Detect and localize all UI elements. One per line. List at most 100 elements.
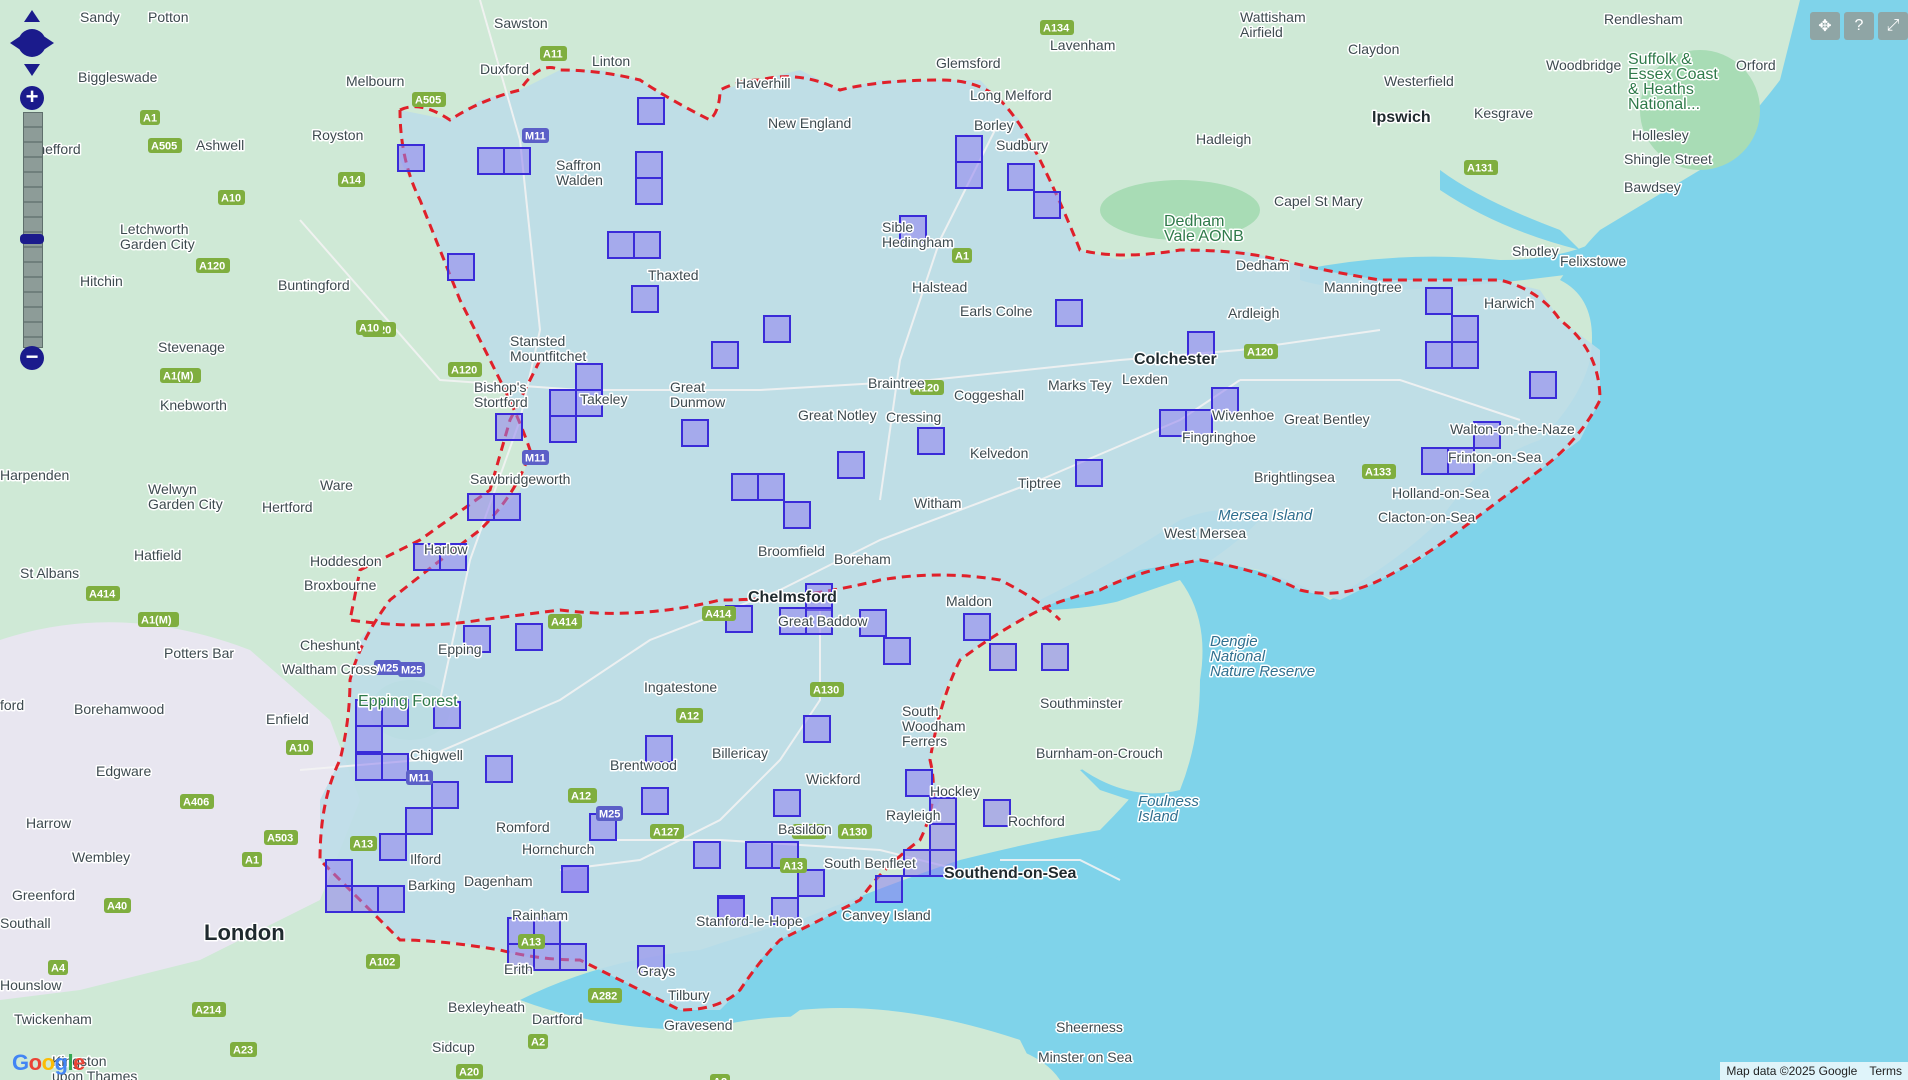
grid-square[interactable] (1529, 371, 1557, 399)
pan-control-icon[interactable] (8, 8, 56, 78)
map-canvas[interactable]: A134 A11 A505 M11 A1 A505 A10 A14 A131 A1 A120 A120… (0, 0, 1908, 1080)
road-shield: A13 (780, 858, 807, 873)
grid-square[interactable] (989, 643, 1017, 671)
grid-square[interactable] (837, 451, 865, 479)
grid-square[interactable] (431, 781, 459, 809)
grid-square[interactable] (797, 869, 825, 897)
grid-square[interactable] (397, 144, 425, 172)
svg-text:A12: A12 (679, 711, 699, 723)
grid-square[interactable] (731, 473, 759, 501)
grid-square[interactable] (447, 253, 475, 281)
grid-square[interactable] (1451, 341, 1479, 369)
grid-square[interactable] (631, 285, 659, 313)
grid-square[interactable] (635, 177, 663, 205)
grid-square[interactable] (693, 841, 721, 869)
place-label-enfield: Enfield (266, 711, 309, 727)
place-label-st-albans: St Albans (20, 565, 79, 581)
grid-square[interactable] (763, 315, 791, 343)
place-label-thaxted: Thaxted (648, 267, 699, 283)
grid-square[interactable] (1055, 299, 1083, 327)
road-shield: A127 (650, 824, 684, 839)
grid-square[interactable] (1041, 643, 1069, 671)
grid-square[interactable] (1075, 459, 1103, 487)
grid-square[interactable] (515, 623, 543, 651)
grid-square[interactable] (405, 807, 433, 835)
grid-square[interactable] (635, 151, 663, 179)
grid-square[interactable] (757, 473, 785, 501)
grid-square[interactable] (477, 147, 505, 175)
zoom-out-button[interactable]: − (20, 346, 44, 370)
grid-square[interactable] (681, 419, 709, 447)
svg-text:A134: A134 (1043, 23, 1070, 35)
grid-square[interactable] (351, 885, 379, 913)
place-label-dartford: Dartford (532, 1011, 583, 1027)
place-label-takeley: Takeley (580, 391, 627, 407)
terms-link[interactable]: Terms (1863, 1062, 1908, 1080)
grid-square[interactable] (711, 341, 739, 369)
grid-square[interactable] (493, 493, 521, 521)
grid-square[interactable] (803, 715, 831, 743)
grid-square[interactable] (503, 147, 531, 175)
grid-square[interactable] (983, 799, 1011, 827)
svg-text:A102: A102 (369, 957, 395, 969)
grid-square[interactable] (745, 841, 773, 869)
grid-square[interactable] (955, 135, 983, 163)
grid-square[interactable] (905, 769, 933, 797)
place-label-witham: Witham (914, 495, 961, 511)
help-tool-button[interactable]: ? (1844, 12, 1874, 40)
grid-square[interactable] (783, 501, 811, 529)
grid-square[interactable] (1421, 447, 1449, 475)
road-shield: A13 (518, 934, 545, 949)
place-label-potton: Potton (148, 9, 188, 25)
grid-square[interactable] (875, 875, 903, 903)
place-label-shotley: Shotley (1512, 243, 1559, 259)
grid-square[interactable] (467, 493, 495, 521)
grid-square[interactable] (495, 413, 523, 441)
svg-text:A503: A503 (267, 833, 293, 845)
zoom-slider-handle[interactable] (20, 234, 44, 244)
place-label-lexden: Lexden (1122, 371, 1168, 387)
grid-square[interactable] (917, 427, 945, 455)
road-shield: A1 (140, 110, 160, 125)
grid-square[interactable] (1425, 287, 1453, 315)
grid-square[interactable] (883, 637, 911, 665)
grid-square[interactable] (355, 753, 383, 781)
grid-square[interactable] (485, 755, 513, 783)
grid-square[interactable] (955, 161, 983, 189)
grid-square[interactable] (355, 725, 383, 753)
fullscreen-icon: ⤢ (1886, 17, 1900, 34)
grid-square[interactable] (641, 787, 669, 815)
grid-square[interactable] (1033, 191, 1061, 219)
map-data-credit: Map data ©2025 Google (1720, 1062, 1864, 1080)
grid-square[interactable] (549, 415, 577, 443)
grid-square[interactable] (377, 885, 405, 913)
fullscreen-tool-button[interactable]: ⤢ (1878, 12, 1908, 40)
grid-square[interactable] (379, 833, 407, 861)
grid-square[interactable] (559, 943, 587, 971)
grid-square[interactable] (773, 789, 801, 817)
grid-square[interactable] (325, 859, 353, 887)
zoom-in-button[interactable]: + (20, 86, 44, 110)
grid-square[interactable] (325, 885, 353, 913)
road-shield: A1 (242, 852, 262, 867)
grid-square[interactable] (929, 823, 957, 851)
move-tool-button[interactable]: ✥ (1810, 12, 1840, 40)
road-shield: A40 (104, 898, 131, 913)
grid-square[interactable] (1451, 315, 1479, 343)
grid-square[interactable] (1425, 341, 1453, 369)
zoom-slider[interactable] (23, 112, 43, 348)
grid-square[interactable] (575, 363, 603, 391)
svg-text:A12: A12 (571, 791, 591, 803)
grid-square[interactable] (633, 231, 661, 259)
grid-square[interactable] (637, 97, 665, 125)
place-label-linton: Linton (592, 53, 630, 69)
grid-square[interactable] (1007, 163, 1035, 191)
svg-text:M11: M11 (525, 131, 546, 143)
place-label-grays: Grays (638, 963, 675, 979)
grid-square[interactable] (381, 753, 409, 781)
grid-square[interactable] (607, 231, 635, 259)
place-label-braintree: Braintree (868, 375, 925, 391)
grid-square[interactable] (561, 865, 589, 893)
grid-square[interactable] (549, 389, 577, 417)
grid-square[interactable] (963, 613, 991, 641)
